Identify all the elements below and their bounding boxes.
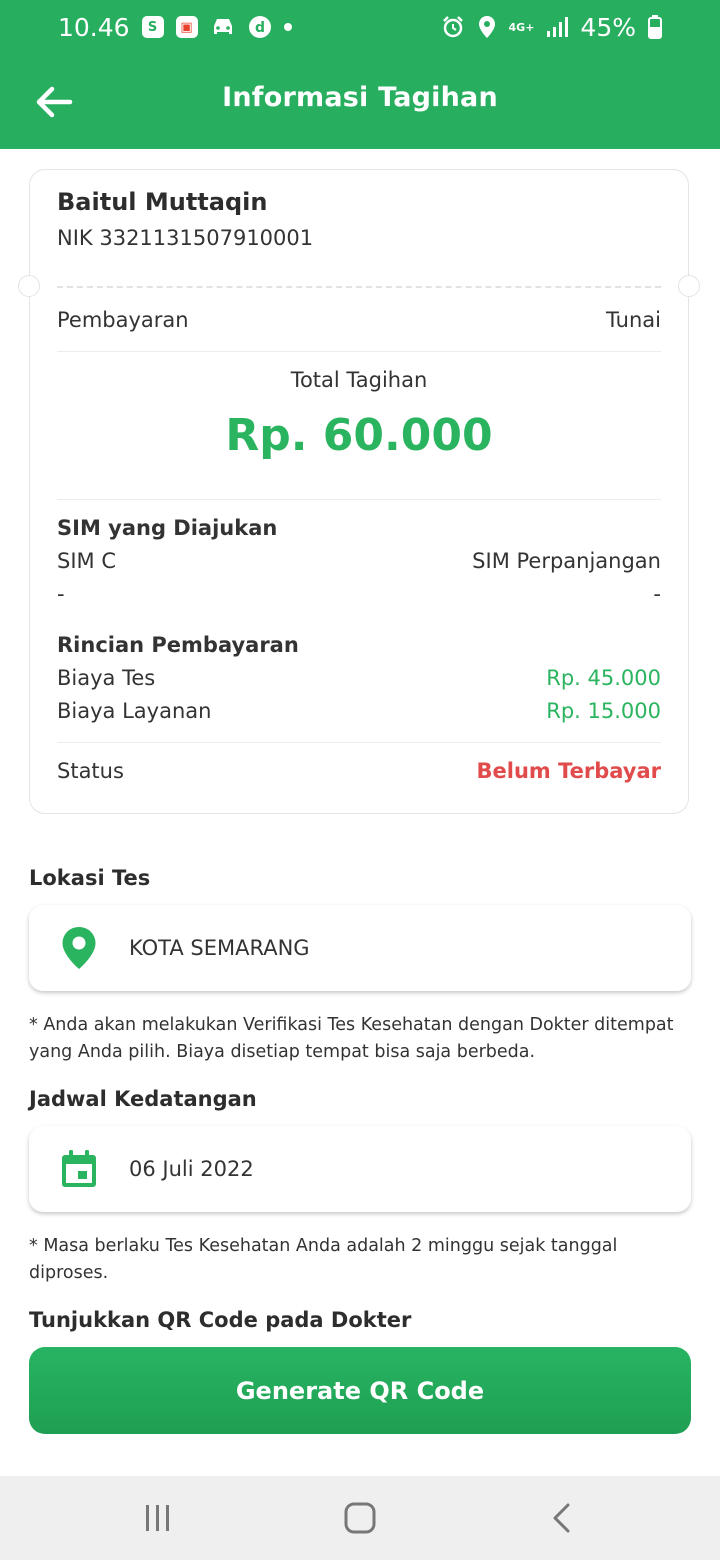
schedule-note: * Masa berlaku Tes Kesehatan Anda adalah… bbox=[29, 1236, 618, 1283]
schedule-field[interactable]: 06 Juli 2022 bbox=[29, 1126, 691, 1212]
battery-icon bbox=[648, 15, 662, 39]
location-icon bbox=[478, 16, 495, 38]
status-time: 10.46 bbox=[58, 12, 130, 42]
payment-detail-title: Rincian Pembayaran bbox=[57, 633, 299, 657]
status-label: Status bbox=[57, 759, 124, 783]
divider bbox=[57, 351, 661, 352]
fee-value: Rp. 45.000 bbox=[546, 666, 661, 690]
payment-row: Pembayaran Tunai bbox=[57, 308, 661, 332]
location-value: KOTA SEMARANG bbox=[129, 936, 310, 960]
recent-apps-button[interactable] bbox=[138, 1498, 178, 1538]
network-label: 4G+ bbox=[508, 20, 535, 34]
schedule-value: 06 Juli 2022 bbox=[129, 1157, 254, 1181]
total-amount: Rp. 60.000 bbox=[225, 410, 493, 461]
shopee-icon: S bbox=[141, 16, 164, 38]
home-button[interactable] bbox=[340, 1498, 380, 1538]
sim-row: SIM C SIM Perpanjangan bbox=[57, 549, 661, 573]
status-bar-right: 4G+ 45% bbox=[441, 13, 662, 42]
home-icon bbox=[344, 1502, 376, 1534]
status-row: Status Belum Terbayar bbox=[57, 759, 661, 783]
ticket-notch-left bbox=[18, 275, 40, 297]
dashed-divider bbox=[57, 286, 661, 288]
fee-label: Biaya Tes bbox=[57, 666, 156, 690]
battery-percent: 45% bbox=[580, 12, 636, 42]
app-bar: Informasi Tagihan bbox=[0, 54, 720, 149]
generate-qr-button[interactable]: Generate QR Code bbox=[29, 1347, 691, 1434]
car-icon bbox=[213, 19, 232, 34]
status-badge: Belum Terbayar bbox=[476, 759, 662, 783]
schedule-section-label: Jadwal Kedatangan bbox=[29, 1087, 257, 1111]
page-title: Informasi Tagihan bbox=[222, 82, 498, 113]
ticket-notch-right bbox=[678, 275, 700, 297]
sim-type: SIM C bbox=[57, 549, 116, 573]
alarm-icon bbox=[442, 16, 463, 38]
sim-sub-right: - bbox=[653, 582, 661, 606]
dot-icon bbox=[283, 23, 292, 31]
location-section-label: Lokasi Tes bbox=[29, 866, 151, 890]
app-icon: ▣ bbox=[175, 16, 198, 38]
svg-text:d: d bbox=[255, 20, 265, 36]
sim-section-title: SIM yang Diajukan bbox=[57, 516, 278, 540]
applicant-nik: NIK 3321131507910001 bbox=[57, 226, 314, 250]
status-bar: 10.46 S ▣ d 4G+ 45% bbox=[0, 0, 720, 54]
status-bar-left: 10.46 S ▣ d bbox=[58, 13, 292, 42]
recent-apps-icon bbox=[146, 1505, 169, 1531]
payment-label: Pembayaran bbox=[57, 308, 189, 332]
signal-icon bbox=[547, 17, 569, 37]
fee-row: Biaya Tes Rp. 45.000 bbox=[57, 666, 661, 690]
divider bbox=[57, 499, 661, 500]
nav-back-button[interactable] bbox=[542, 1498, 582, 1538]
chevron-left-icon bbox=[553, 1503, 570, 1533]
sim-sub-left: - bbox=[57, 582, 65, 606]
fee-row: Biaya Layanan Rp. 15.000 bbox=[57, 699, 661, 723]
qr-section-label: Tunjukkan QR Code pada Dokter bbox=[29, 1308, 412, 1332]
divider bbox=[57, 742, 661, 743]
map-pin-icon bbox=[59, 926, 99, 970]
fee-label: Biaya Layanan bbox=[57, 699, 212, 723]
d-icon: d bbox=[248, 16, 271, 38]
sim-sub-row: - - bbox=[57, 582, 661, 606]
payment-value: Tunai bbox=[606, 308, 661, 332]
fee-value: Rp. 15.000 bbox=[546, 699, 661, 723]
sim-kind: SIM Perpanjangan bbox=[472, 549, 661, 573]
location-note: * Anda akan melakukan Verifikasi Tes Kes… bbox=[29, 1015, 674, 1062]
applicant-name: Baitul Muttaqin bbox=[57, 188, 268, 216]
system-nav-bar bbox=[0, 1476, 720, 1560]
location-field[interactable]: KOTA SEMARANG bbox=[29, 905, 691, 991]
bill-card: Baitul Muttaqin NIK 3321131507910001 Pem… bbox=[18, 169, 700, 814]
calendar-icon bbox=[59, 1147, 99, 1191]
total-label: Total Tagihan bbox=[290, 368, 428, 392]
